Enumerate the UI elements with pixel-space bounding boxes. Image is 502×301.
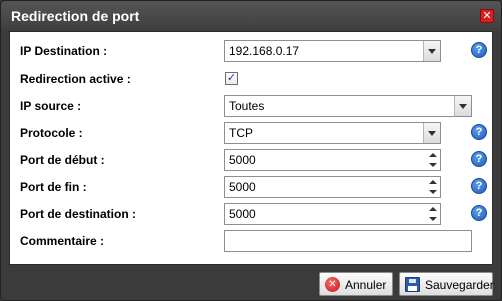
dialog-form: IP Destination : 192.168.0.17 ? Redirect… <box>9 31 493 265</box>
help-icon[interactable]: ? <box>471 42 487 58</box>
port-destination-label: Port de destination : <box>20 207 137 221</box>
cancel-icon: ✕ <box>325 277 340 292</box>
port-fin-label: Port de fin : <box>20 180 87 194</box>
help-icon[interactable]: ? <box>471 205 487 221</box>
floppy-disk-icon <box>405 277 420 292</box>
ip-destination-label: IP Destination : <box>20 44 108 58</box>
commentaire-input[interactable] <box>224 230 472 252</box>
port-destination-input[interactable]: 5000 <box>224 203 441 225</box>
ip-source-value: Toutes <box>229 99 265 113</box>
help-icon[interactable]: ? <box>471 124 487 140</box>
port-redirection-dialog: Redirection de port ✕ IP Destination : 1… <box>0 0 502 301</box>
chevron-down-icon[interactable] <box>454 96 471 116</box>
row-commentaire: Commentaire : <box>10 230 494 252</box>
increment-arrow-icon[interactable] <box>426 204 440 214</box>
close-icon[interactable]: ✕ <box>480 9 494 23</box>
row-port-destination: Port de destination : 5000 ? <box>10 203 494 225</box>
port-fin-stepper <box>426 177 440 197</box>
row-redirection-active: Redirection active : ✓ <box>10 68 494 90</box>
port-debut-label: Port de début : <box>20 153 105 167</box>
row-protocole: Protocole : TCP ? <box>10 122 494 144</box>
ip-source-select[interactable]: Toutes <box>224 95 472 117</box>
cancel-button[interactable]: ✕ Annuler <box>319 272 393 296</box>
ip-destination-select[interactable]: 192.168.0.17 <box>224 40 441 62</box>
port-fin-input[interactable]: 5000 <box>224 176 441 198</box>
protocole-value: TCP <box>229 126 253 140</box>
chevron-down-icon[interactable] <box>423 123 440 143</box>
dialog-titlebar[interactable]: Redirection de port ✕ <box>1 1 501 31</box>
protocole-label: Protocole : <box>20 126 83 140</box>
row-port-fin: Port de fin : 5000 ? <box>10 176 494 198</box>
ip-destination-value: 192.168.0.17 <box>229 44 300 58</box>
help-icon[interactable]: ? <box>471 178 487 194</box>
commentaire-label: Commentaire : <box>20 234 105 248</box>
redirection-active-label: Redirection active : <box>20 72 131 86</box>
port-debut-input[interactable]: 5000 <box>224 149 441 171</box>
cancel-button-label: Annuler <box>345 278 387 292</box>
chevron-down-icon[interactable] <box>423 41 440 61</box>
decrement-arrow-icon[interactable] <box>426 160 440 170</box>
increment-arrow-icon[interactable] <box>426 177 440 187</box>
decrement-arrow-icon[interactable] <box>426 187 440 197</box>
ip-source-label: IP source : <box>20 99 82 113</box>
row-port-debut: Port de début : 5000 ? <box>10 149 494 171</box>
redirection-active-checkbox[interactable]: ✓ <box>225 72 238 85</box>
port-destination-stepper <box>426 204 440 224</box>
row-ip-source: IP source : Toutes <box>10 95 494 117</box>
port-debut-stepper <box>426 150 440 170</box>
port-destination-value: 5000 <box>229 207 256 221</box>
port-fin-value: 5000 <box>229 180 256 194</box>
save-button-label: Sauvegarder <box>425 278 494 292</box>
increment-arrow-icon[interactable] <box>426 150 440 160</box>
dialog-footer: ✕ Annuler Sauvegarder <box>1 265 501 301</box>
dialog-title: Redirection de port <box>11 8 140 24</box>
decrement-arrow-icon[interactable] <box>426 214 440 224</box>
help-icon[interactable]: ? <box>471 151 487 167</box>
port-debut-value: 5000 <box>229 153 256 167</box>
save-button[interactable]: Sauvegarder <box>399 272 494 296</box>
row-ip-destination: IP Destination : 192.168.0.17 ? <box>10 40 494 62</box>
protocole-select[interactable]: TCP <box>224 122 441 144</box>
